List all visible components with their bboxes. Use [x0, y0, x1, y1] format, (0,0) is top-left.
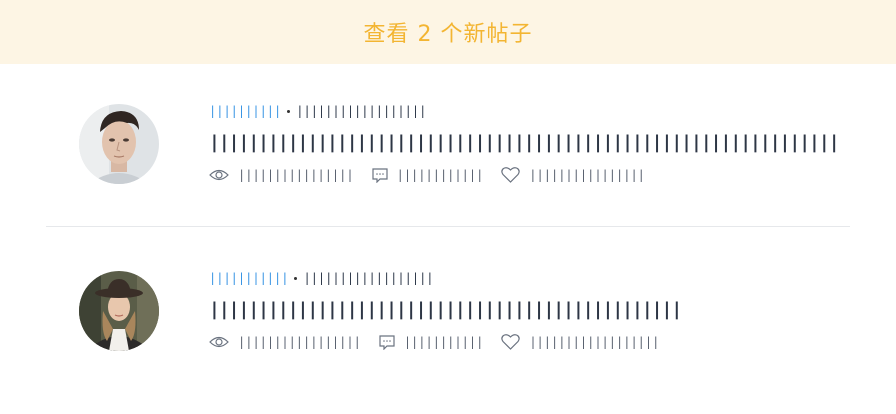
post-content: ||||||||||| |||||||||||||||||| |||||||||… [209, 271, 682, 351]
views-stat: ||||||||||||||||| [209, 335, 361, 349]
comments-stat[interactable]: |||||||||||| [371, 167, 484, 183]
post-time: |||||||||||||||||| [296, 104, 427, 118]
post-title-link[interactable]: ||||||||||||||||||||||||||||||||||||||||… [209, 300, 682, 320]
post-time: |||||||||||||||||| [303, 271, 434, 285]
avatar-photo-woman [79, 271, 159, 351]
post-meta: ||||||||||| |||||||||||||||||| [209, 271, 681, 285]
comment-icon [379, 334, 395, 350]
author-avatar[interactable] [79, 271, 159, 351]
post-stats: |||||||||||||||| |||||||||||| ||||||||||… [209, 166, 839, 184]
new-posts-banner[interactable]: 查看 2 个新帖子 [0, 0, 896, 64]
comment-icon [371, 167, 388, 183]
author-avatar[interactable] [79, 104, 159, 184]
comments-count: |||||||||||| [396, 168, 484, 182]
likes-stat[interactable]: |||||||||||||||| [501, 167, 645, 183]
eye-icon [209, 335, 229, 349]
likes-count: |||||||||||||||||| [529, 335, 660, 349]
heart-icon [501, 167, 521, 183]
post-meta: |||||||||| |||||||||||||||||| [209, 104, 839, 118]
heart-icon [501, 334, 521, 350]
meta-separator-dot [294, 276, 298, 280]
post-divider [46, 226, 850, 227]
meta-separator-dot [287, 109, 291, 113]
author-name-link[interactable]: |||||||||| [209, 104, 281, 118]
post-title-link[interactable]: ||||||||||||||||||||||||||||||||||||||||… [209, 133, 840, 153]
views-stat: |||||||||||||||| [209, 168, 354, 182]
comments-count: ||||||||||| [403, 335, 484, 349]
likes-stat[interactable]: |||||||||||||||||| [501, 334, 659, 350]
post-stats: ||||||||||||||||| ||||||||||| ||||||||||… [209, 333, 681, 351]
post-item: |||||||||| |||||||||||||||||| ||||||||||… [0, 104, 896, 224]
post-content: |||||||||| |||||||||||||||||| ||||||||||… [209, 104, 840, 184]
author-name-link[interactable]: ||||||||||| [209, 271, 288, 285]
comments-stat[interactable]: ||||||||||| [379, 334, 484, 350]
avatar-photo-man [79, 104, 159, 184]
post-item: ||||||||||| |||||||||||||||||| |||||||||… [0, 271, 896, 391]
views-count: ||||||||||||||||| [238, 335, 361, 349]
eye-icon [209, 168, 229, 182]
views-count: |||||||||||||||| [238, 168, 354, 182]
likes-count: |||||||||||||||| [529, 168, 645, 182]
new-posts-banner-text: 查看 2 个新帖子 [363, 22, 533, 47]
